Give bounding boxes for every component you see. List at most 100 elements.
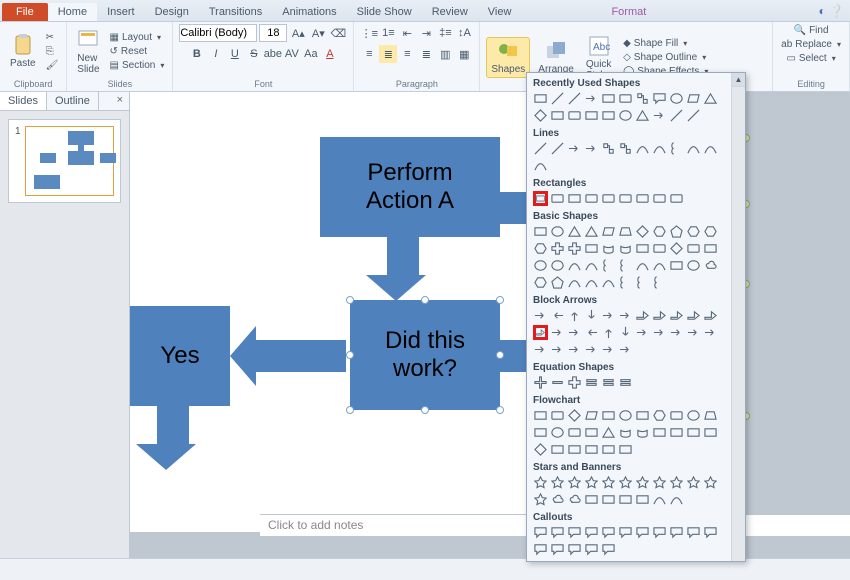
flowchart-arrow-down-2[interactable] (150, 406, 196, 470)
selection-handle[interactable] (346, 351, 354, 359)
shape-par-icon[interactable] (601, 224, 616, 239)
format-painter-button[interactable]: 🖌 (44, 59, 61, 72)
shape-tri-icon[interactable] (601, 425, 616, 440)
shape-larrow-icon[interactable] (584, 325, 599, 340)
shape-rect-icon[interactable] (635, 241, 650, 256)
shape-star-icon[interactable] (635, 475, 650, 490)
scroll-up-button[interactable]: ▲ (732, 73, 745, 87)
shape-rect-icon[interactable] (618, 492, 633, 507)
align-right-button[interactable]: ≡ (398, 45, 416, 63)
shape-rect-icon[interactable] (584, 241, 599, 256)
layout-button[interactable]: ▦ Layout▾ (108, 31, 167, 44)
indent-button[interactable]: ⇥ (417, 24, 435, 42)
shape-brace-icon[interactable] (601, 258, 616, 273)
shape-diam-icon[interactable] (635, 224, 650, 239)
bullets-button[interactable]: ⋮≡ (360, 24, 378, 42)
shape-cyl-icon[interactable] (618, 241, 633, 256)
shape-brace-icon[interactable] (669, 141, 684, 156)
shape-larrow-icon[interactable] (550, 308, 565, 323)
shape-line-icon[interactable] (533, 141, 548, 156)
tab-view[interactable]: View (478, 3, 522, 21)
bold-button[interactable]: B (188, 45, 206, 63)
shape-callout-icon[interactable] (550, 542, 565, 557)
shape-rect-icon[interactable] (618, 442, 633, 457)
shape-arrow-icon[interactable] (550, 325, 565, 340)
flowchart-box-yes[interactable]: Yes (130, 306, 230, 406)
shape-diam-icon[interactable] (533, 442, 548, 457)
linespace-button[interactable]: ‡≡ (436, 24, 454, 42)
shape-outline-button[interactable]: ◇ Shape Outline▾ (621, 51, 710, 64)
shape-rect-icon[interactable] (703, 425, 718, 440)
shape-star-icon[interactable] (669, 475, 684, 490)
shape-oval-icon[interactable] (550, 224, 565, 239)
tab-design[interactable]: Design (145, 3, 199, 21)
shape-rrect-icon[interactable] (601, 191, 616, 206)
shape-curve-icon[interactable] (652, 141, 667, 156)
numbering-button[interactable]: 1≡ (379, 24, 397, 42)
shape-bent-icon[interactable] (703, 308, 718, 323)
help-icon[interactable]: ◐ ❔ (818, 4, 844, 18)
shape-rect-icon[interactable] (567, 191, 582, 206)
shape-arrow-icon[interactable] (584, 342, 599, 357)
shape-cloud-icon[interactable] (550, 492, 565, 507)
shape-curve-icon[interactable] (669, 492, 684, 507)
shape-rrect-icon[interactable] (567, 425, 582, 440)
shape-star-icon[interactable] (550, 475, 565, 490)
shape-cross-icon[interactable] (550, 241, 565, 256)
shape-star-icon[interactable] (703, 475, 718, 490)
shape-rect-icon[interactable] (567, 442, 582, 457)
italic-button[interactable]: I (207, 45, 225, 63)
shape-cloud-icon[interactable] (703, 258, 718, 273)
shape-callout-icon[interactable] (686, 525, 701, 540)
shape-rrect-icon[interactable] (550, 191, 565, 206)
shape-fill-button[interactable]: ◆ Shape Fill▾ (621, 37, 710, 50)
shape-tri-icon[interactable] (703, 91, 718, 106)
shape-pent-icon[interactable] (550, 275, 565, 290)
shape-arrow-icon[interactable] (686, 325, 701, 340)
justify-button[interactable]: ≣ (417, 45, 435, 63)
shape-bent-icon[interactable] (686, 308, 701, 323)
align-center-button[interactable]: ≣ (379, 45, 397, 63)
shape-diam-icon[interactable] (567, 408, 582, 423)
strike-button[interactable]: S (245, 45, 263, 63)
shape-rect-icon[interactable] (601, 442, 616, 457)
flowchart-arrow-down-1[interactable] (380, 237, 426, 301)
shape-star-icon[interactable] (533, 492, 548, 507)
shape-bent-icon[interactable] (652, 308, 667, 323)
grow-font-button[interactable]: A▴ (289, 24, 307, 42)
selection-handle[interactable] (496, 351, 504, 359)
shape-eq-icon[interactable] (584, 375, 599, 390)
shape-rect-icon[interactable] (584, 492, 599, 507)
shapes-button[interactable]: Shapes (486, 37, 530, 78)
tab-slideshow[interactable]: Slide Show (347, 3, 422, 21)
shape-callout-icon[interactable] (652, 525, 667, 540)
shape-rrect-icon[interactable] (669, 408, 684, 423)
shape-arrow-icon[interactable] (601, 308, 616, 323)
shape-oval-icon[interactable] (550, 258, 565, 273)
shape-bent-icon[interactable] (669, 308, 684, 323)
shape-arrow-icon[interactable] (652, 325, 667, 340)
outline-tab[interactable]: Outline (47, 92, 99, 110)
shape-rect-icon[interactable] (584, 442, 599, 457)
shape-oval-icon[interactable] (618, 408, 633, 423)
shape-rect-icon[interactable] (703, 241, 718, 256)
shape-tri-icon[interactable] (584, 224, 599, 239)
shape-callout-icon[interactable] (703, 525, 718, 540)
shape-arrow-icon[interactable] (567, 342, 582, 357)
tab-insert[interactable]: Insert (97, 3, 145, 21)
shape-cloud-icon[interactable] (567, 492, 582, 507)
shape-pent-icon[interactable] (669, 224, 684, 239)
shadow-button[interactable]: abe (264, 45, 282, 63)
shape-star-icon[interactable] (584, 475, 599, 490)
shape-callout-icon[interactable] (567, 525, 582, 540)
clear-format-button[interactable]: ⌫ (329, 24, 347, 42)
shape-rrect-icon[interactable] (584, 191, 599, 206)
shape-callout-icon[interactable] (652, 91, 667, 106)
new-slide-button[interactable]: New Slide (73, 27, 103, 77)
shape-line-icon[interactable] (567, 91, 582, 106)
selection-handle[interactable] (496, 406, 504, 414)
shape-arrow-icon[interactable] (703, 325, 718, 340)
shape-star-icon[interactable] (533, 475, 548, 490)
shape-tri-icon[interactable] (567, 224, 582, 239)
shape-rect-icon[interactable] (635, 492, 650, 507)
